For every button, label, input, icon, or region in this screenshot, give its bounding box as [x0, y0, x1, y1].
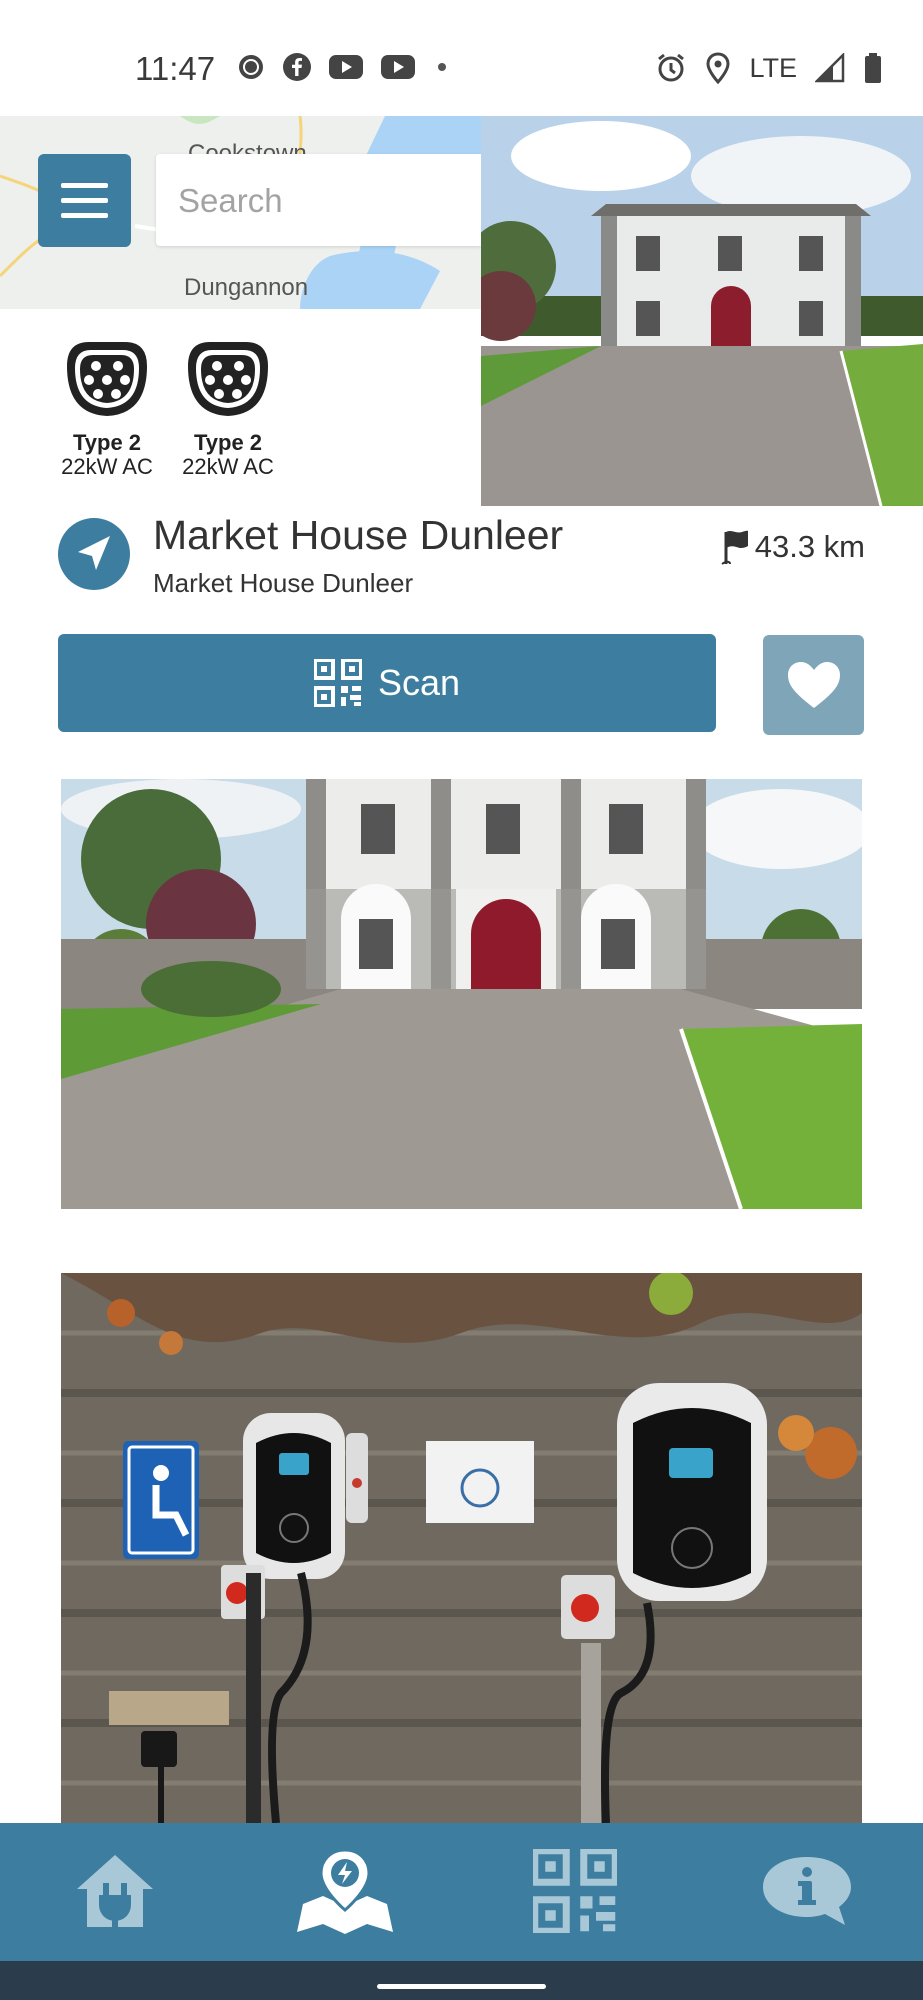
notification-icons [236, 52, 452, 82]
station-subtitle: Market House Dunleer [153, 568, 414, 598]
location-icon [706, 52, 730, 84]
scan-label: Scan [377, 662, 461, 703]
hamburger-icon [61, 183, 108, 218]
navigation-arrow-icon [78, 536, 110, 570]
signal-icon [815, 53, 845, 83]
search-input[interactable] [156, 154, 470, 248]
system-navigation-bar [0, 1961, 923, 2000]
battery-icon [865, 53, 881, 83]
connector-type2: Type 2 22kW AC [173, 336, 283, 479]
distance-indicator: 43.3 km [721, 528, 865, 566]
search-box[interactable] [156, 154, 481, 248]
connector-type-label: Type 2 [193, 430, 263, 455]
system-status-icons: LTE [655, 52, 883, 84]
menu-button[interactable] [38, 154, 131, 247]
alarm-icon [658, 53, 685, 82]
station-hero-photo [481, 116, 923, 506]
station-photo[interactable] [61, 779, 862, 1209]
dot-icon [438, 63, 446, 71]
favorite-button[interactable] [763, 635, 864, 735]
scan-button[interactable]: Scan [58, 634, 716, 732]
connector-type-label: Type 2 [72, 430, 142, 455]
nav-map[interactable] [290, 1841, 400, 1941]
nav-home[interactable] [60, 1841, 170, 1941]
info-icon [763, 1857, 851, 1925]
nav-info[interactable] [752, 1841, 862, 1941]
map-town-label: Dungannon [184, 274, 309, 301]
charger-photo[interactable] [61, 1273, 862, 1823]
connector-type2: Type 2 22kW AC [52, 336, 162, 479]
flag-icon [721, 530, 748, 565]
home-gesture-handle[interactable] [377, 1984, 546, 1989]
map-pin-icon [297, 1848, 393, 1934]
signal-app-icon [239, 55, 263, 79]
youtube-icon [381, 55, 415, 79]
youtube-icon [329, 55, 363, 79]
bottom-navigation [0, 1823, 923, 1961]
distance-value: 43.3 km [754, 529, 865, 564]
connector-power-label: 22kW AC [61, 454, 153, 479]
type2-plug-icon [67, 342, 147, 416]
status-bar: 11:47 LTE [0, 0, 923, 116]
facebook-icon [283, 53, 311, 81]
navigate-button[interactable] [58, 518, 130, 590]
qr-code-icon [313, 659, 362, 707]
home-plug-icon [77, 1855, 153, 1927]
qr-code-icon [533, 1849, 617, 1933]
network-type: LTE [749, 52, 797, 83]
status-time: 11:47 [135, 50, 216, 87]
nav-scan[interactable] [520, 1841, 630, 1941]
type2-plug-icon [188, 342, 268, 416]
connector-power-label: 22kW AC [182, 454, 274, 479]
station-name: Market House Dunleer [153, 512, 564, 558]
heart-icon [787, 662, 840, 708]
